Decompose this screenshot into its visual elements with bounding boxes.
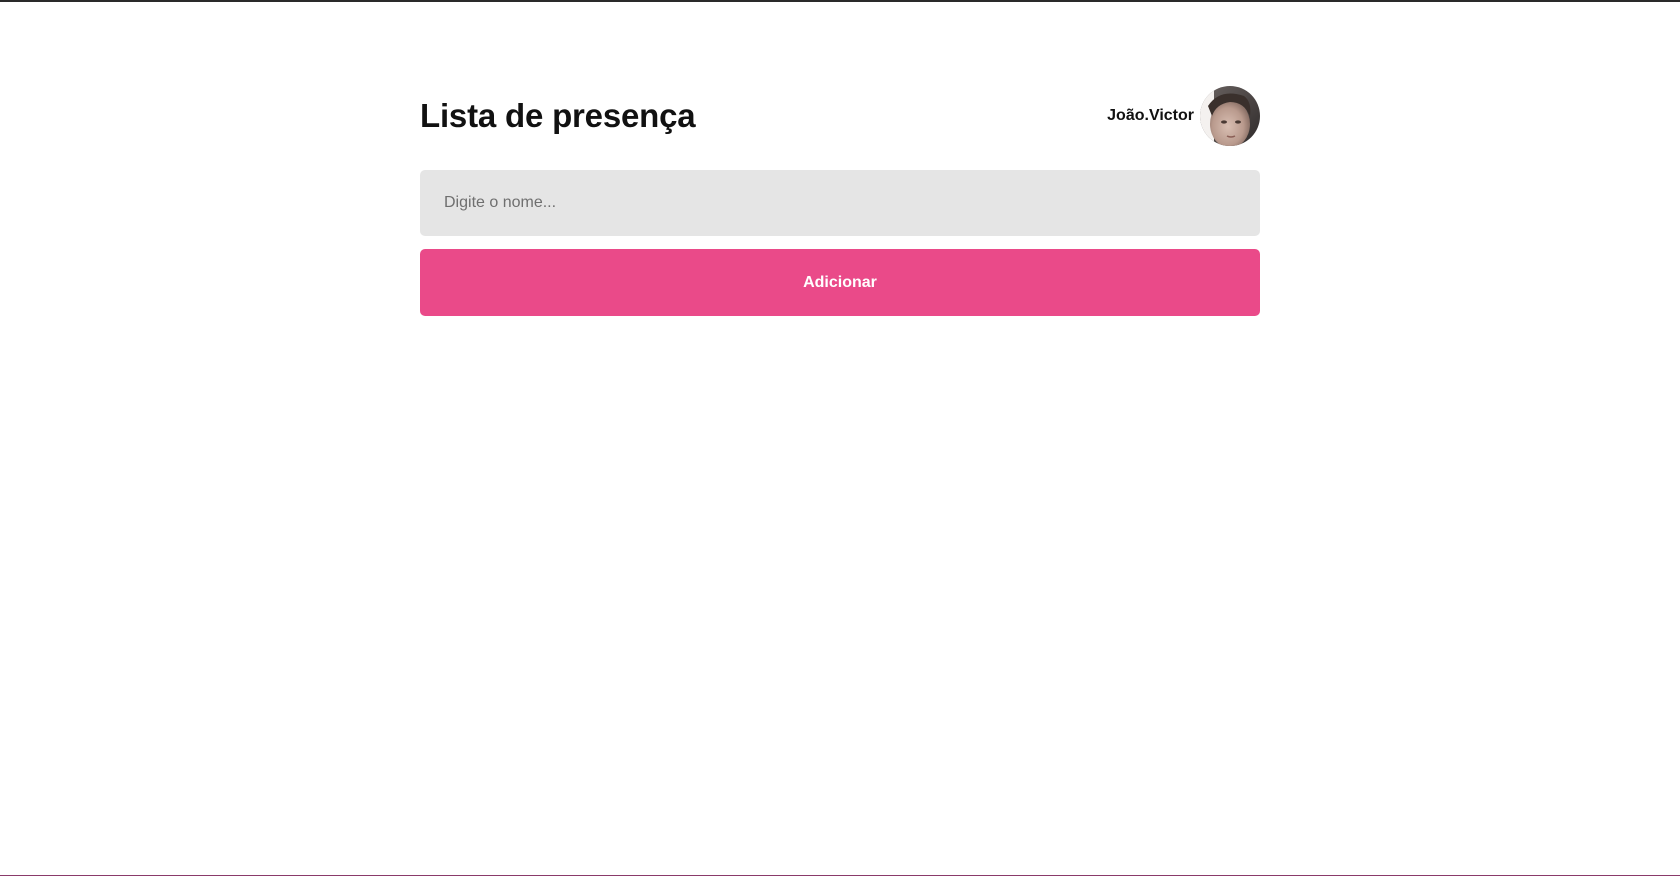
page-header: Lista de presença João.Victor — [420, 86, 1260, 146]
user-name: João.Victor — [1107, 107, 1194, 124]
user-photo-icon — [1200, 86, 1260, 146]
name-input[interactable] — [420, 170, 1260, 236]
add-button[interactable]: Adicionar — [420, 249, 1260, 316]
window-top-border — [0, 0, 1680, 2]
page-title: Lista de presença — [420, 97, 696, 134]
user-profile: João.Victor — [1107, 86, 1260, 146]
avatar[interactable] — [1200, 86, 1260, 146]
window-bottom-border — [0, 875, 1680, 876]
attendance-app: Lista de presença João.Victor Digite o n… — [420, 86, 1260, 316]
